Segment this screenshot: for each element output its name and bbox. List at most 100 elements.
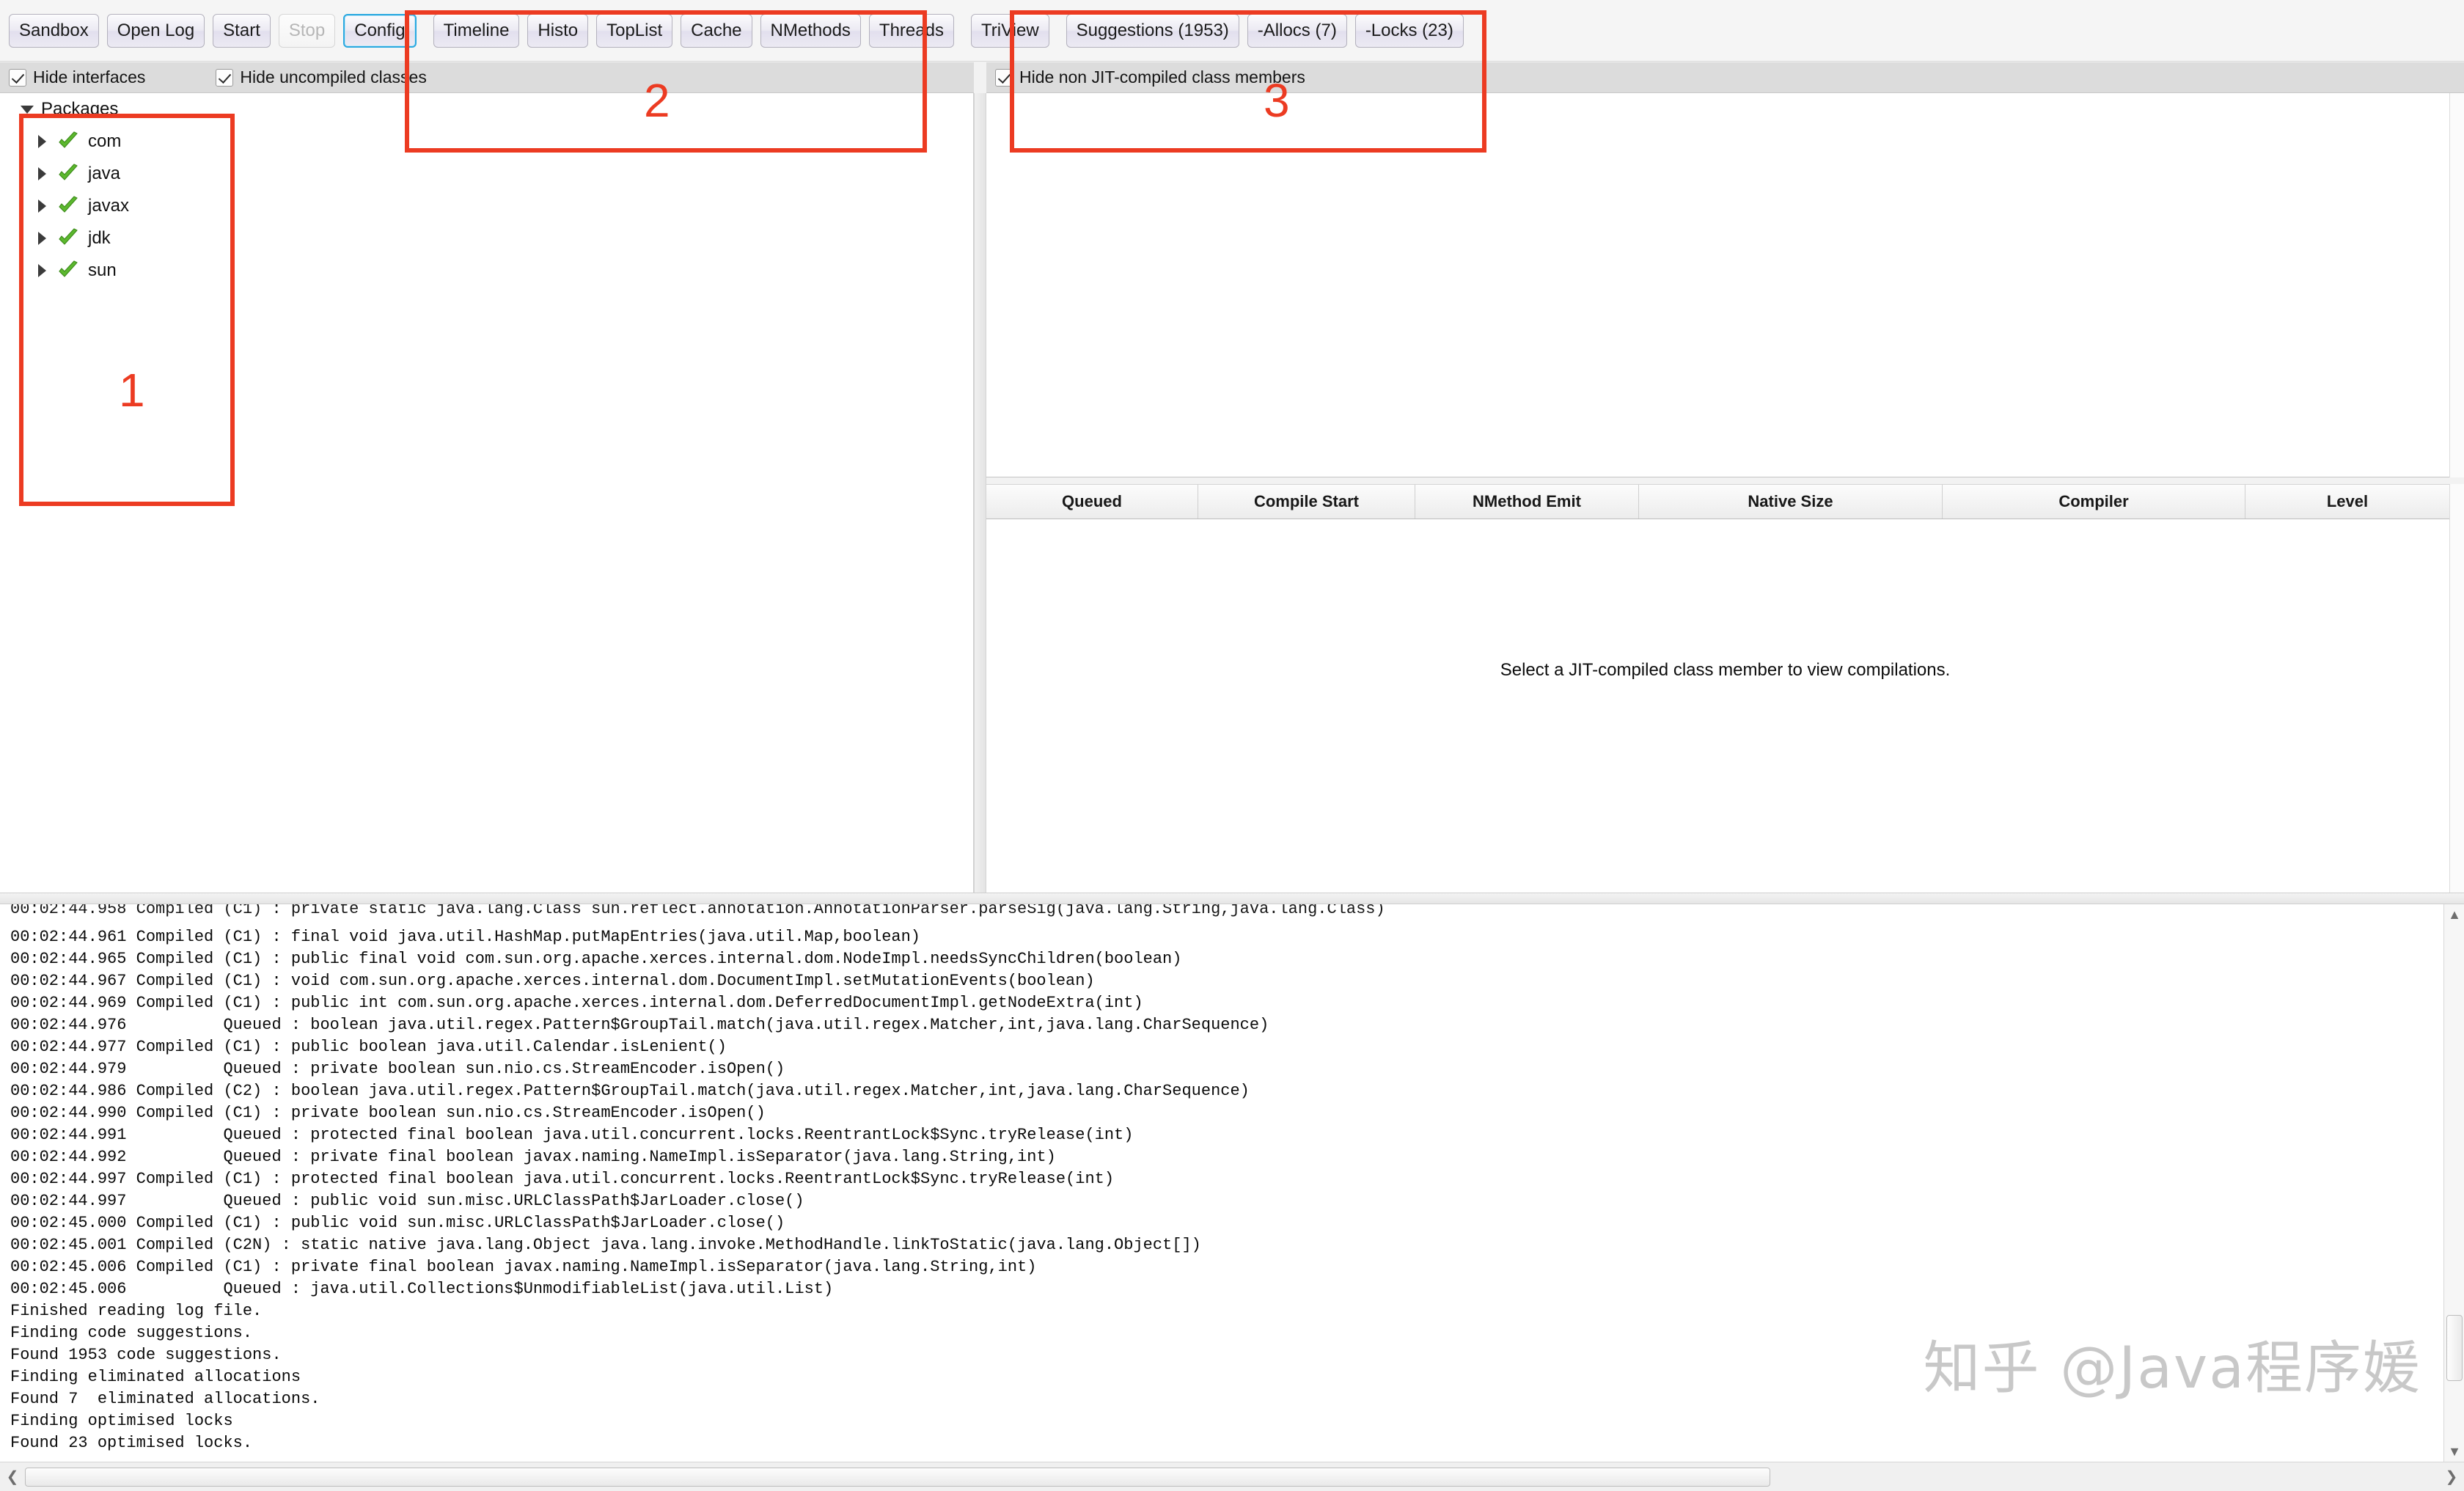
scroll-down-icon[interactable]: ▼	[2444, 1441, 2464, 1462]
log-hscroll-track[interactable]	[25, 1467, 2439, 1487]
jitwatch-window: Sandbox Open Log Start Stop Config Timel…	[0, 0, 2464, 1491]
hide-non-jit-members-checkbox[interactable]: Hide non JIT-compiled class members	[995, 67, 1305, 87]
open-log-button[interactable]: Open Log	[106, 13, 205, 48]
tree-item-label: javax	[88, 196, 130, 216]
locks-button[interactable]: -Locks (23)	[1354, 13, 1464, 48]
column-header-compile-start[interactable]: Compile Start	[1198, 485, 1415, 519]
log-line: 00:02:44.997 Compiled (C1) : protected f…	[10, 1170, 1115, 1188]
suggestions-button[interactable]: Suggestions (1953)	[1066, 13, 1239, 48]
right-filter-bar: Hide non JIT-compiled class members	[986, 62, 2464, 93]
cache-button[interactable]: Cache	[681, 13, 752, 48]
hide-non-jit-members-label: Hide non JIT-compiled class members	[1019, 67, 1305, 87]
config-button[interactable]: Config	[343, 13, 417, 48]
log-line: Finding code suggestions.	[10, 1324, 253, 1342]
log-line: 00:02:44.979 Queued : private boolean su…	[10, 1060, 785, 1078]
log-vertical-scrollbar[interactable]: ▲ ▼	[2443, 904, 2464, 1462]
tree-item-jdk[interactable]: jdk	[0, 222, 973, 254]
log-line: 00:02:44.991 Queued : protected final bo…	[10, 1126, 1134, 1144]
column-header-native-size[interactable]: Native Size	[1639, 485, 1943, 519]
chevron-down-icon[interactable]	[19, 101, 35, 117]
log-line: 00:02:45.001 Compiled (C2N) : static nat…	[10, 1236, 1201, 1254]
checkbox-icon	[9, 68, 26, 87]
tree-root-label: Packages	[41, 99, 119, 119]
green-check-icon	[59, 131, 78, 148]
stop-button: Stop	[278, 13, 336, 48]
log-line: 00:02:44.961 Compiled (C1) : final void …	[10, 928, 921, 946]
timeline-button[interactable]: Timeline	[433, 13, 520, 48]
class-member-list-panel[interactable]	[986, 93, 2464, 477]
log-line: Found 23 optimised locks.	[10, 1434, 253, 1452]
histo-button[interactable]: Histo	[527, 13, 589, 48]
log-line: Finding eliminated allocations	[10, 1368, 301, 1386]
green-check-icon	[59, 196, 78, 213]
chevron-right-icon[interactable]	[35, 198, 51, 214]
log-line: Found 7 eliminated allocations.	[10, 1390, 320, 1408]
green-check-icon	[59, 164, 78, 180]
chevron-right-icon[interactable]	[35, 133, 51, 150]
tree-item-label: com	[88, 131, 122, 151]
log-hscroll-thumb[interactable]	[25, 1467, 1770, 1487]
hide-interfaces-checkbox[interactable]: Hide interfaces	[9, 67, 145, 87]
tree-item-sun[interactable]: sun	[0, 254, 973, 287]
tree-item-com[interactable]: com	[0, 125, 973, 158]
compilations-scrollbar[interactable]	[2449, 484, 2464, 893]
compilations-table-header: Queued Compile Start NMethod Emit Native…	[986, 484, 2464, 519]
main-toolbar: Sandbox Open Log Start Stop Config Timel…	[0, 0, 2464, 62]
log-line: 00:02:45.006 Queued : java.util.Collecti…	[10, 1280, 834, 1298]
log-line: 00:02:44.967 Compiled (C1) : void com.su…	[10, 972, 1095, 990]
log-line: 00:02:44.986 Compiled (C2) : boolean jav…	[10, 1082, 1250, 1100]
column-header-nmethod-emit[interactable]: NMethod Emit	[1415, 485, 1639, 519]
log-vscroll-thumb[interactable]	[2446, 1315, 2463, 1381]
sandbox-button[interactable]: Sandbox	[9, 13, 99, 48]
vertical-splitter[interactable]	[974, 93, 986, 893]
scroll-right-icon[interactable]: ❯	[2439, 1462, 2464, 1491]
tree-item-javax[interactable]: javax	[0, 190, 973, 222]
tree-root-packages[interactable]: Packages	[0, 93, 973, 125]
scroll-up-icon[interactable]: ▲	[2444, 904, 2464, 925]
checkbox-icon	[216, 68, 234, 87]
checkbox-icon	[995, 68, 1013, 87]
threads-button[interactable]: Threads	[868, 13, 954, 48]
log-line: Finished reading log file.	[10, 1302, 263, 1320]
log-output-pane[interactable]: 00:02:44.958 Compiled (C1) : private sta…	[0, 904, 2464, 1462]
compilations-table-panel: Queued Compile Start NMethod Emit Native…	[986, 484, 2464, 893]
log-line: 00:02:44.976 Queued : boolean java.util.…	[10, 1016, 1269, 1034]
chevron-right-icon[interactable]	[35, 230, 51, 246]
tree-item-label: sun	[88, 260, 117, 280]
tree-item-label: java	[88, 164, 121, 183]
nmethods-button[interactable]: NMethods	[760, 13, 861, 48]
hide-interfaces-label: Hide interfaces	[33, 67, 146, 87]
column-header-compiler[interactable]: Compiler	[1943, 485, 2245, 519]
log-line: 00:02:44.965 Compiled (C1) : public fina…	[10, 950, 1182, 968]
hide-uncompiled-classes-checkbox[interactable]: Hide uncompiled classes	[216, 67, 427, 87]
green-check-icon	[59, 228, 78, 245]
scroll-left-icon[interactable]: ❮	[0, 1462, 25, 1491]
log-horizontal-scrollbar[interactable]: ❮ ❯	[0, 1462, 2464, 1491]
tree-item-java[interactable]: java	[0, 158, 973, 190]
member-list-scrollbar[interactable]	[2449, 93, 2464, 477]
log-line: 00:02:44.958 Compiled (C1) : private sta…	[10, 904, 1385, 918]
log-line: 00:02:44.977 Compiled (C1) : public bool…	[10, 1038, 727, 1056]
log-line: Found 1953 code suggestions.	[10, 1346, 282, 1364]
horizontal-splitter[interactable]	[0, 893, 2464, 904]
log-line: 00:02:44.992 Queued : private final bool…	[10, 1148, 1056, 1166]
log-line: 00:02:45.000 Compiled (C1) : public void…	[10, 1214, 785, 1232]
start-button[interactable]: Start	[213, 13, 271, 48]
column-header-queued[interactable]: Queued	[986, 485, 1198, 519]
log-line: 00:02:45.006 Compiled (C1) : private fin…	[10, 1258, 1037, 1276]
allocs-button[interactable]: -Allocs (7)	[1247, 13, 1347, 48]
tree-item-label: jdk	[88, 228, 111, 248]
log-line: 00:02:44.969 Compiled (C1) : public int …	[10, 994, 1143, 1012]
log-line: Finding optimised locks	[10, 1412, 233, 1430]
hide-uncompiled-classes-label: Hide uncompiled classes	[240, 67, 427, 87]
triview-button[interactable]: TriView	[970, 13, 1049, 48]
column-header-level[interactable]: Level	[2245, 485, 2449, 519]
left-filter-bar: Hide interfaces Hide uncompiled classes	[0, 62, 974, 93]
chevron-right-icon[interactable]	[35, 263, 51, 279]
green-check-icon	[59, 260, 78, 277]
package-tree-panel[interactable]: Packages com java javax jdk sun	[0, 93, 974, 893]
log-line: 00:02:44.997 Queued : public void sun.mi…	[10, 1192, 804, 1210]
toplist-button[interactable]: TopList	[596, 13, 673, 48]
chevron-right-icon[interactable]	[35, 166, 51, 182]
compilations-empty-message: Select a JIT-compiled class member to vi…	[1500, 660, 1951, 680]
